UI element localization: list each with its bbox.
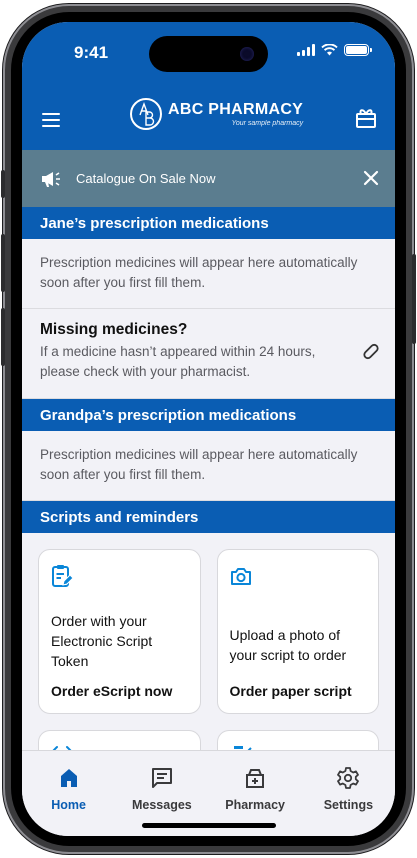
brand-tagline: Your sample pharmacy [231, 120, 304, 127]
order-escript-button[interactable]: Order eScript now [51, 683, 172, 699]
tab-home[interactable]: Home [29, 767, 109, 836]
tab-messages-label: Messages [131, 798, 192, 812]
front-camera [240, 47, 254, 61]
escript-card[interactable]: Order with your Electronic Script Token … [38, 549, 201, 714]
banner-text: Catalogue On Sale Now [76, 171, 216, 186]
tab-settings[interactable]: Settings [308, 767, 388, 836]
status-time: 9:41 [74, 43, 109, 62]
scripts-cards-grid: Order with your Electronic Script Token … [22, 533, 395, 750]
camera-icon [230, 568, 251, 585]
section-header-jane: Jane’s prescription medications [22, 207, 395, 239]
reminder-card[interactable] [38, 730, 201, 750]
paper-script-card[interactable]: Upload a photo of your script to order O… [216, 549, 379, 714]
signal-icon [297, 44, 315, 56]
gear-icon [337, 767, 360, 789]
volume-down-button [1, 308, 5, 366]
grandpa-empty-message: Prescription medicines will appear here … [22, 431, 395, 501]
tab-pharmacy-label: Pharmacy [225, 798, 285, 812]
volume-up-button [1, 234, 5, 292]
hamburger-menu-icon[interactable] [42, 113, 60, 127]
section-header-scripts: Scripts and reminders [22, 501, 395, 533]
pharmacy-icon [246, 769, 265, 788]
jane-empty-message: Prescription medicines will appear here … [22, 239, 395, 309]
medicine-card[interactable] [216, 730, 379, 750]
power-button [412, 254, 416, 344]
tab-home-label: Home [51, 798, 86, 812]
escript-card-description: Order with your Electronic Script Token [51, 613, 153, 669]
home-icon [60, 769, 77, 787]
main-content[interactable]: Jane’s prescription medications Prescrip… [22, 207, 395, 750]
silent-switch [1, 170, 5, 198]
megaphone-icon [42, 171, 60, 187]
gift-icon[interactable] [355, 108, 377, 128]
link-icon[interactable] [361, 341, 381, 361]
brand-logo: ABC PHARMACY Your sample pharmacy [130, 98, 303, 130]
section-header-grandpa: Grandpa’s prescription medications [22, 399, 395, 431]
missing-medicines-row[interactable]: Missing medicines? If a medicine hasn’t … [22, 309, 395, 399]
paper-script-card-description: Upload a photo of your script to order [229, 627, 347, 663]
message-icon [151, 768, 172, 788]
close-icon[interactable] [363, 170, 379, 186]
battery-icon [344, 44, 372, 56]
missing-medicines-title: Missing medicines? [40, 321, 188, 338]
app-screen: 9:41 ABC PHARMACY Your sample pharmacy C… [22, 22, 395, 836]
logo-monogram-icon [139, 102, 155, 126]
dynamic-island [149, 36, 268, 72]
tab-settings-label: Settings [323, 798, 374, 812]
order-paper-script-button[interactable]: Order paper script [230, 683, 352, 699]
wifi-icon [321, 44, 338, 56]
clipboard-edit-icon [52, 565, 74, 587]
status-icons [297, 44, 372, 56]
missing-medicines-body: If a medicine hasn’t appeared within 24 … [40, 344, 316, 379]
logo-mark [130, 98, 162, 130]
brand-name: ABC PHARMACY [168, 101, 304, 118]
promo-banner[interactable]: Catalogue On Sale Now [22, 150, 395, 207]
home-indicator [142, 823, 276, 828]
app-header: 9:41 ABC PHARMACY Your sample pharmacy [22, 22, 395, 150]
